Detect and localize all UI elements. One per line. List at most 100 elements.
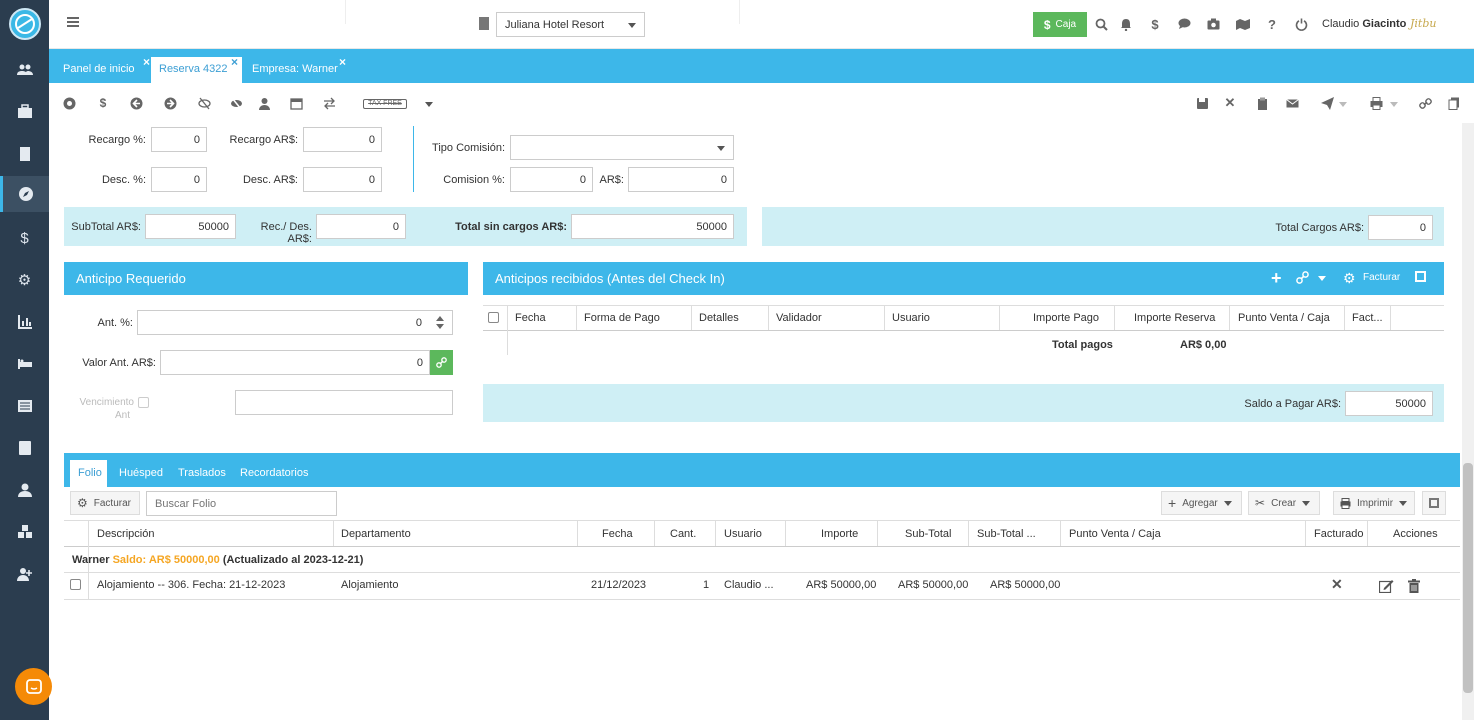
chevron-down-icon[interactable]	[1390, 102, 1398, 107]
agregar-button[interactable]: + Agregar	[1161, 491, 1242, 515]
status-icon[interactable]	[61, 95, 77, 111]
subtotal-input[interactable]: 50000	[145, 214, 236, 239]
arrow-right-icon[interactable]	[162, 95, 178, 111]
list-icon[interactable]	[0, 388, 49, 424]
col-header[interactable]: Importe Pago	[1033, 312, 1099, 324]
col-header[interactable]: Acciones	[1393, 528, 1438, 540]
desc-ars-input[interactable]: 0	[303, 167, 382, 192]
calendar-icon[interactable]	[288, 95, 304, 111]
imprimir-button[interactable]: Imprimir	[1333, 491, 1415, 515]
tab-recordatorios[interactable]: Recordatorios	[240, 467, 308, 479]
desc-pct-input[interactable]: 0	[151, 167, 207, 192]
users-icon[interactable]	[0, 52, 49, 88]
tab-folio[interactable]: Folio	[70, 460, 107, 487]
col-header[interactable]: Cant.	[670, 528, 696, 540]
print-icon[interactable]	[1368, 95, 1384, 111]
edit-icon[interactable]	[1378, 579, 1394, 596]
col-header[interactable]: Sub-Total ...	[977, 528, 1036, 540]
close-icon[interactable]: ✕	[1222, 95, 1238, 111]
folio-facturar-button[interactable]: ⚙ Facturar	[70, 491, 140, 515]
arrow-left-icon[interactable]	[128, 95, 144, 111]
chevron-down-icon[interactable]	[436, 324, 444, 329]
compass-icon[interactable]	[0, 176, 49, 212]
tab-traslados[interactable]: Traslados	[178, 467, 226, 479]
vencimiento-checkbox[interactable]	[138, 397, 149, 408]
eye-slash-icon[interactable]	[196, 95, 212, 111]
comision-ars-input[interactable]: 0	[628, 167, 734, 192]
plus-icon[interactable]: +	[1271, 268, 1282, 289]
close-icon[interactable]: ×	[339, 55, 346, 69]
col-header[interactable]: Forma de Pago	[584, 312, 660, 324]
envelope-icon[interactable]	[1284, 95, 1300, 111]
saldo-input[interactable]: 50000	[1345, 391, 1433, 416]
col-header[interactable]: Departamento	[341, 528, 411, 540]
col-header[interactable]: Sub-Total	[905, 528, 951, 540]
user-plus-icon[interactable]	[0, 556, 49, 592]
crear-button[interactable]: ✂ Crear	[1248, 491, 1320, 515]
vencimiento-date-input[interactable]	[235, 390, 453, 415]
scrollbar[interactable]	[1462, 123, 1474, 720]
row-checkbox[interactable]	[70, 579, 81, 590]
expand-button[interactable]	[1422, 491, 1446, 515]
user-icon[interactable]	[0, 472, 49, 508]
folio-search-input[interactable]	[146, 491, 337, 516]
col-header[interactable]: Detalles	[699, 312, 739, 324]
total-sin-input[interactable]: 50000	[571, 214, 734, 239]
bell-icon[interactable]	[1118, 16, 1134, 32]
tab-empresa[interactable]: Empresa: Warner ×	[244, 55, 352, 83]
col-header[interactable]: Facturado	[1314, 528, 1364, 540]
chevron-up-icon[interactable]	[436, 316, 444, 321]
chevron-down-icon[interactable]	[1339, 102, 1347, 107]
tab-panel-inicio[interactable]: Panel de inicio ×	[55, 55, 151, 83]
close-icon[interactable]: ×	[231, 55, 238, 69]
send-icon[interactable]	[1319, 95, 1335, 111]
select-all-checkbox[interactable]	[488, 312, 499, 323]
close-icon[interactable]: ×	[143, 55, 150, 69]
gear-icon[interactable]: ⚙	[1343, 270, 1356, 287]
recdes-input[interactable]: 0	[316, 214, 406, 239]
tipo-comision-select[interactable]	[510, 135, 734, 160]
recargo-pct-input[interactable]: 0	[151, 127, 207, 152]
camera-icon[interactable]	[1205, 16, 1221, 32]
col-header[interactable]: Fecha	[602, 528, 633, 540]
ant-pct-input[interactable]: 0	[137, 310, 453, 335]
copy-icon[interactable]	[1446, 95, 1462, 111]
facturar-button[interactable]: Facturar	[1363, 272, 1400, 283]
col-header[interactable]: Validador	[776, 312, 822, 324]
tax-free-badge[interactable]: TAX FREE	[363, 99, 407, 109]
col-header[interactable]: Usuario	[892, 312, 930, 324]
settings-icon[interactable]: ⚙	[0, 262, 49, 298]
col-header[interactable]: Importe Reserva	[1134, 312, 1215, 324]
col-header[interactable]: Importe	[821, 528, 858, 540]
save-icon[interactable]	[1194, 95, 1210, 111]
search-icon[interactable]	[1093, 16, 1109, 32]
link-icon[interactable]	[430, 350, 453, 375]
col-header[interactable]: Punto Venta / Caja	[1238, 312, 1330, 324]
hotel-select[interactable]: Juliana Hotel Resort	[496, 12, 645, 37]
eye-slash-filled-icon[interactable]	[228, 95, 244, 111]
col-header[interactable]: Fact...	[1352, 312, 1383, 324]
user-icon[interactable]	[256, 95, 272, 111]
power-icon[interactable]	[1293, 16, 1309, 32]
col-header[interactable]: Punto Venta / Caja	[1069, 528, 1161, 540]
clipboard-icon[interactable]	[1254, 95, 1270, 111]
chart-icon[interactable]	[0, 304, 49, 340]
comments-icon[interactable]	[1176, 16, 1192, 32]
caja-button[interactable]: $ Caja	[1033, 12, 1087, 37]
exchange-icon[interactable]	[321, 95, 337, 111]
valor-ant-input[interactable]: 0	[160, 350, 430, 375]
link-icon[interactable]	[1296, 271, 1309, 287]
chevron-down-icon[interactable]	[1318, 276, 1326, 281]
dollar-icon[interactable]: $	[0, 220, 49, 256]
col-header[interactable]: Descripción	[97, 528, 154, 540]
trash-icon[interactable]	[1408, 579, 1420, 596]
chevron-down-icon[interactable]	[425, 102, 433, 107]
menu-icon[interactable]	[67, 17, 79, 27]
user-name[interactable]: Claudio Giacinto	[1322, 18, 1406, 30]
expand-icon[interactable]	[1415, 271, 1426, 282]
scrollbar-thumb[interactable]	[1463, 463, 1473, 693]
tab-reserva[interactable]: Reserva 4322 ×	[151, 55, 242, 83]
briefcase-icon[interactable]	[0, 94, 49, 130]
link-icon[interactable]	[1417, 95, 1433, 111]
building-icon[interactable]	[0, 136, 49, 172]
